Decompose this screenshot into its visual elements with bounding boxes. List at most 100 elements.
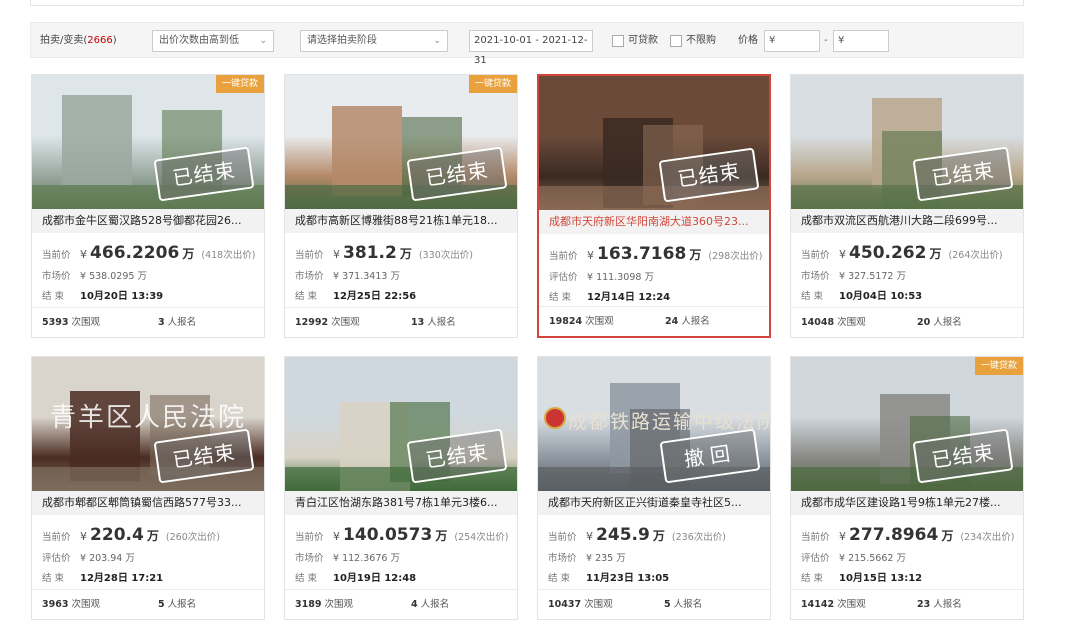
end-time: 12月14日 12:24 <box>587 292 671 303</box>
signup-count-value: 24 <box>665 316 679 327</box>
view-count-value: 14048 <box>801 317 835 328</box>
signup-count: 3 人报名 <box>158 308 196 338</box>
unlimited-checkbox[interactable] <box>670 35 682 47</box>
filter-bar: 拍卖/变卖(2666) 出价次数由高到低 ⌄ 请选择拍卖阶段 ⌄ 2021-10… <box>30 22 1024 66</box>
signup-count: 13 人报名 <box>411 308 456 338</box>
price-unit: 万 <box>644 272 654 283</box>
view-count: 19824 次围观 <box>549 307 614 337</box>
property-title[interactable]: 成都市郫都区郫筒镇蜀信西路577号33... <box>32 491 264 515</box>
end-time: 10月20日 13:39 <box>80 291 164 302</box>
price-min-input[interactable]: ¥ <box>764 30 820 52</box>
property-photo[interactable]: 青羊区人民法院 已结束 <box>32 357 264 491</box>
bid-count: (330次出价) <box>419 250 473 261</box>
property-title[interactable]: 成都市天府新区正兴街道秦皇寺社区5... <box>538 491 770 515</box>
property-photo[interactable]: 一键贷款 已结束 <box>791 357 1023 491</box>
bid-count: (236次出价) <box>672 532 726 543</box>
price-unit: 万 <box>941 529 954 543</box>
view-count-suffix: 次围观 <box>71 599 100 610</box>
reference-price-row: 市场价 ¥ 327.5172 万 <box>801 268 906 282</box>
reference-price-row: 市场价 ¥ 112.3676 万 <box>295 550 400 564</box>
view-count: 5393 次围观 <box>42 308 100 338</box>
auction-card[interactable]: 一键贷款 已结束 成都市成华区建设路1号9栋1单元27楼... 当前价 ¥ 277… <box>790 356 1024 620</box>
end-time-row: 结 束 10月20日 13:39 <box>42 287 163 302</box>
date-range-input[interactable]: 2021-10-01 - 2021-12-31 <box>469 30 593 66</box>
property-photo[interactable]: 成都铁路运输中级法院 撤回 <box>538 357 770 491</box>
signup-count-suffix: 人报名 <box>933 599 962 610</box>
signup-count-value: 13 <box>411 317 425 328</box>
current-price-label: 当前价 <box>549 251 578 262</box>
price-unit: 万 <box>146 529 159 543</box>
signup-count-suffix: 人报名 <box>681 316 710 327</box>
auction-type-filter[interactable]: 拍卖/变卖(2666) <box>40 31 117 51</box>
end-time-row: 结 束 12月28日 17:21 <box>42 569 163 584</box>
price-unit: 万 <box>652 529 665 543</box>
loan-badge: 一键贷款 <box>468 75 517 93</box>
property-title[interactable]: 成都市双流区西航港川大路二段699号... <box>791 209 1023 233</box>
auction-card[interactable]: 青羊区人民法院 已结束 成都市郫都区郫筒镇蜀信西路577号33... 当前价 ¥ … <box>31 356 265 620</box>
bid-count-value: 264 <box>952 250 971 261</box>
end-time: 10月04日 10:53 <box>839 291 923 302</box>
bid-count-value: 234 <box>964 532 983 543</box>
property-photo[interactable]: 已结束 <box>539 76 769 210</box>
property-title[interactable]: 成都市成华区建设路1号9栋1单元27楼... <box>791 491 1023 515</box>
property-title[interactable]: 成都市天府新区华阳南湖大道360号23... <box>539 210 769 234</box>
end-time-label: 结 束 <box>801 291 824 302</box>
reference-price: 235 <box>595 553 614 564</box>
property-title[interactable]: 成都市高新区博雅街88号21栋1单元18... <box>285 209 517 233</box>
price-unit: 万 <box>896 271 906 282</box>
current-price-row: 当前价 ¥ 220.4 万 (260次出价) <box>42 525 220 545</box>
view-count: 12992 次围观 <box>295 308 360 338</box>
bid-count-suffix: 次出价) <box>476 532 509 543</box>
auction-type-label: 拍卖/变卖 <box>40 35 84 46</box>
property-photo[interactable]: 一键贷款 已结束 <box>285 75 517 209</box>
current-price-row: 当前价 ¥ 163.7168 万 (298次出价) <box>549 244 762 264</box>
property-title[interactable]: 青白江区怡湖东路381号7栋1单元3楼6... <box>285 491 517 515</box>
card-footer: 14048 次围观 20 人报名 <box>791 307 1023 337</box>
loan-badge: 一键贷款 <box>974 357 1023 375</box>
end-time-row: 结 束 10月04日 10:53 <box>801 287 922 302</box>
currency-symbol: ¥ <box>839 248 846 261</box>
auction-card[interactable]: 已结束 成都市天府新区华阳南湖大道360号23... 当前价 ¥ 163.7168… <box>537 74 771 338</box>
unlimited-checkbox-label: 不限购 <box>686 35 716 46</box>
bid-count-value: 254 <box>458 532 477 543</box>
bid-count-value: 418 <box>205 250 224 261</box>
reference-price: 111.3098 <box>596 272 642 283</box>
current-price: 450.262 <box>849 243 927 263</box>
end-time-label: 结 束 <box>295 291 318 302</box>
price-dash: - <box>824 35 828 46</box>
signup-count-suffix: 人报名 <box>427 317 456 328</box>
sort-select[interactable]: 出价次数由高到低 ⌄ <box>152 30 274 52</box>
auction-card[interactable]: 一键贷款 已结束 成都市高新区博雅街88号21栋1单元18... 当前价 ¥ 38… <box>284 74 518 338</box>
current-price: 381.2 <box>343 243 397 263</box>
end-time-row: 结 束 10月19日 12:48 <box>295 569 416 584</box>
chevron-down-icon: ⌄ <box>259 36 267 46</box>
signup-count: 5 人报名 <box>158 590 196 620</box>
bid-count-suffix: 次出价) <box>187 532 220 543</box>
auction-card[interactable]: 成都铁路运输中级法院 撤回 成都市天府新区正兴街道秦皇寺社区5... 当前价 ¥ … <box>537 356 771 620</box>
currency-symbol: ¥ <box>586 553 593 564</box>
reference-price: 327.5172 <box>848 271 894 282</box>
loan-checkbox[interactable] <box>612 35 624 47</box>
property-photo[interactable]: 已结束 <box>791 75 1023 209</box>
reference-price-label: 评估价 <box>801 553 830 564</box>
property-title[interactable]: 成都市金牛区蜀汉路528号御都花园26... <box>32 209 264 233</box>
current-price-label: 当前价 <box>295 532 324 543</box>
stage-select[interactable]: 请选择拍卖阶段 ⌄ <box>300 30 448 52</box>
price-unit: 万 <box>125 553 135 564</box>
property-photo[interactable]: 一键贷款 已结束 <box>32 75 264 209</box>
price-max-input[interactable]: ¥ <box>833 30 889 52</box>
auction-card[interactable]: 已结束 青白江区怡湖东路381号7栋1单元3楼6... 当前价 ¥ 140.057… <box>284 356 518 620</box>
bid-count: (254次出价) <box>454 532 508 543</box>
price-unit: 万 <box>929 247 942 261</box>
currency-symbol: ¥ <box>587 249 594 262</box>
auction-card[interactable]: 一键贷款 已结束 成都市金牛区蜀汉路528号御都花园26... 当前价 ¥ 466… <box>31 74 265 338</box>
bid-count-suffix: 次出价) <box>970 250 1003 261</box>
end-time: 10月15日 13:12 <box>839 573 923 584</box>
view-count-value: 19824 <box>549 316 583 327</box>
photo-building <box>332 106 402 196</box>
currency-symbol: ¥ <box>80 530 87 543</box>
view-count-suffix: 次围观 <box>585 316 614 327</box>
property-photo[interactable]: 已结束 <box>285 357 517 491</box>
auction-card[interactable]: 已结束 成都市双流区西航港川大路二段699号... 当前价 ¥ 450.262 万… <box>790 74 1024 338</box>
reference-price: 538.0295 <box>89 271 135 282</box>
